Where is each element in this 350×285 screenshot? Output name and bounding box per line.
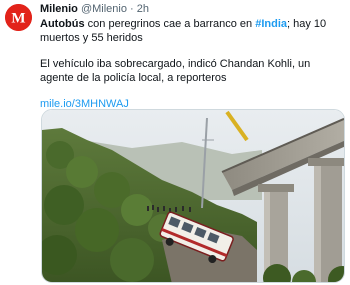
tweet-card: M Milenio @Milenio · 2h Autobús con pere… — [0, 0, 350, 285]
milenio-logo-icon: M — [5, 4, 32, 31]
header-separator: · — [130, 3, 134, 15]
tweet-headline: Autobús con peregrinos cae a barranco en… — [40, 17, 345, 45]
hashtag-link[interactable]: #India — [255, 18, 287, 30]
avatar[interactable]: M — [5, 4, 32, 31]
author-display-name[interactable]: Milenio — [40, 3, 78, 15]
tweet-timestamp[interactable]: 2h — [137, 3, 149, 15]
author-handle[interactable]: @Milenio — [81, 3, 127, 15]
tweet-content: Milenio @Milenio · 2h Autobús con peregr… — [40, 3, 345, 111]
headline-text-before-hashtag: con peregrinos cae a barranco en — [84, 18, 256, 30]
avatar-letter: M — [11, 11, 25, 27]
photo-icon — [42, 110, 344, 282]
tweet-photo[interactable] — [41, 109, 345, 283]
headline-bold-lead: Autobús — [40, 18, 85, 30]
tweet-body-text: El vehículo iba sobrecargado, indicó Cha… — [40, 58, 311, 84]
tweet-header: Milenio @Milenio · 2h — [40, 3, 345, 16]
